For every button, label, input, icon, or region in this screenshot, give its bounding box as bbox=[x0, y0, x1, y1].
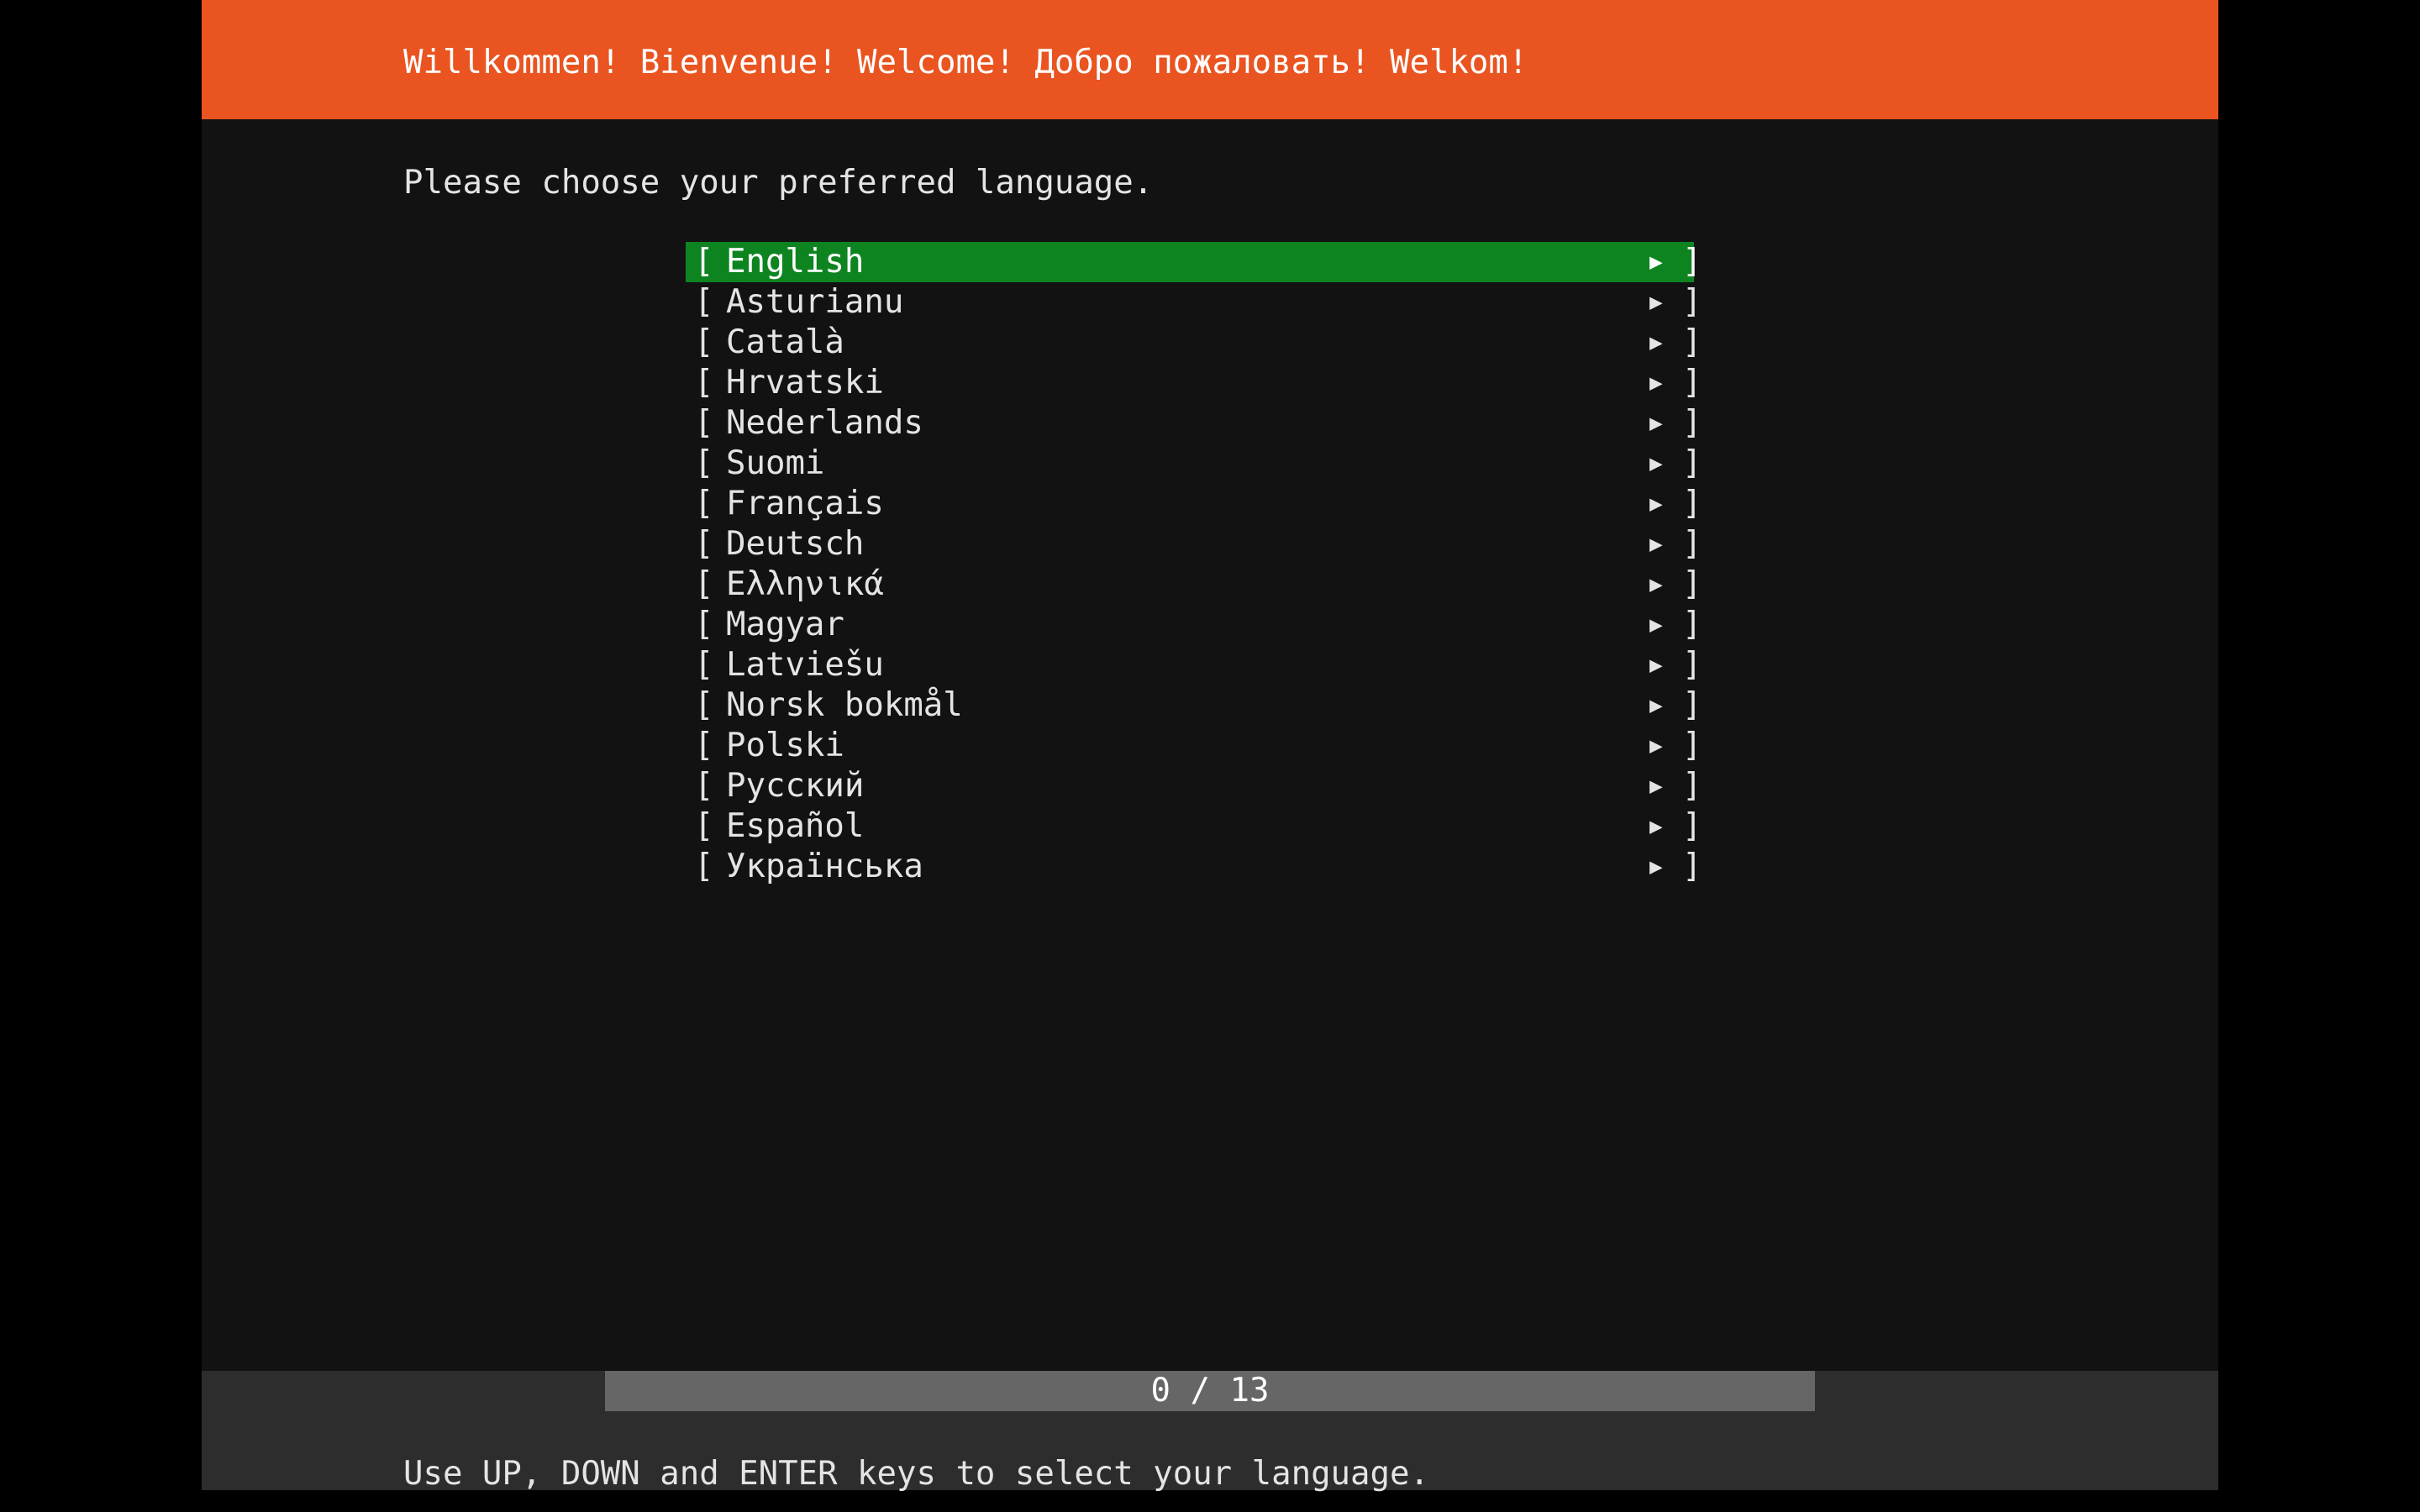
arrow-right-icon: ▶ bbox=[1649, 370, 1663, 396]
arrow-right-icon: ▶ bbox=[1649, 249, 1663, 275]
open-bracket: [ bbox=[694, 283, 714, 321]
language-label: English bbox=[726, 243, 865, 281]
language-label: Deutsch bbox=[726, 525, 865, 563]
close-bracket: ] bbox=[1682, 727, 1702, 764]
progress-bar: 0 / 13 bbox=[605, 1371, 1815, 1411]
close-bracket: ] bbox=[1682, 485, 1702, 522]
language-option-5[interactable]: [ Suomi ▶] bbox=[686, 444, 1702, 484]
language-option-4[interactable]: [ Nederlands ▶] bbox=[686, 403, 1702, 444]
open-bracket: [ bbox=[694, 485, 714, 522]
arrow-right-icon: ▶ bbox=[1649, 693, 1663, 718]
open-bracket: [ bbox=[694, 243, 714, 281]
arrow-right-icon: ▶ bbox=[1649, 774, 1663, 799]
open-bracket: [ bbox=[694, 767, 714, 805]
language-option-14[interactable]: [ Español ▶] bbox=[686, 806, 1702, 847]
close-bracket: ] bbox=[1682, 243, 1702, 281]
language-label: Català bbox=[726, 323, 844, 361]
language-label: Latviešu bbox=[726, 646, 884, 684]
close-bracket: ] bbox=[1682, 646, 1702, 684]
open-bracket: [ bbox=[694, 646, 714, 684]
language-list: [ English ▶] [ Asturianu ▶] [ Català ▶] [ Hrvatski… bbox=[686, 242, 1702, 887]
language-label: Русский bbox=[726, 767, 865, 805]
close-bracket: ] bbox=[1682, 848, 1702, 885]
language-option-8[interactable]: [ Ελληνικά ▶] bbox=[686, 564, 1702, 605]
language-option-13[interactable]: [ Русский ▶] bbox=[686, 766, 1702, 806]
arrow-right-icon: ▶ bbox=[1649, 532, 1663, 557]
language-label: Suomi bbox=[726, 444, 825, 482]
language-option-11[interactable]: [ Norsk bokmål ▶] bbox=[686, 685, 1702, 726]
open-bracket: [ bbox=[694, 565, 714, 603]
arrow-right-icon: ▶ bbox=[1649, 733, 1663, 759]
open-bracket: [ bbox=[694, 364, 714, 402]
close-bracket: ] bbox=[1682, 565, 1702, 603]
language-label: Asturianu bbox=[726, 283, 904, 321]
language-prompt: Please choose your preferred language. bbox=[403, 164, 1154, 202]
navigation-hint: Use UP, DOWN and ENTER keys to select yo… bbox=[403, 1455, 1429, 1493]
close-bracket: ] bbox=[1682, 525, 1702, 563]
arrow-right-icon: ▶ bbox=[1649, 451, 1663, 476]
open-bracket: [ bbox=[694, 848, 714, 885]
language-label: Polski bbox=[726, 727, 844, 764]
welcome-header: Willkommen! Bienvenue! Welcome! Добро по… bbox=[202, 0, 2218, 119]
language-option-12[interactable]: [ Polski ▶] bbox=[686, 726, 1702, 766]
language-option-1[interactable]: [ Asturianu ▶] bbox=[686, 282, 1702, 323]
close-bracket: ] bbox=[1682, 444, 1702, 482]
language-option-15[interactable]: [ Українська ▶] bbox=[686, 847, 1702, 887]
progress-text: 0 / 13 bbox=[1150, 1372, 1270, 1410]
language-option-7[interactable]: [ Deutsch ▶] bbox=[686, 524, 1702, 564]
close-bracket: ] bbox=[1682, 606, 1702, 643]
arrow-right-icon: ▶ bbox=[1649, 814, 1663, 839]
language-option-0[interactable]: [ English ▶] bbox=[686, 242, 1702, 282]
welcome-title: Willkommen! Bienvenue! Welcome! Добро по… bbox=[403, 44, 1528, 81]
close-bracket: ] bbox=[1682, 404, 1702, 442]
open-bracket: [ bbox=[694, 404, 714, 442]
arrow-right-icon: ▶ bbox=[1649, 290, 1663, 315]
open-bracket: [ bbox=[694, 807, 714, 845]
arrow-right-icon: ▶ bbox=[1649, 491, 1663, 517]
open-bracket: [ bbox=[694, 686, 714, 724]
arrow-right-icon: ▶ bbox=[1649, 653, 1663, 678]
language-option-9[interactable]: [ Magyar ▶] bbox=[686, 605, 1702, 645]
close-bracket: ] bbox=[1682, 323, 1702, 361]
open-bracket: [ bbox=[694, 323, 714, 361]
open-bracket: [ bbox=[694, 727, 714, 764]
open-bracket: [ bbox=[694, 606, 714, 643]
language-label: Español bbox=[726, 807, 865, 845]
language-label: Ελληνικά bbox=[726, 565, 884, 603]
close-bracket: ] bbox=[1682, 767, 1702, 805]
open-bracket: [ bbox=[694, 525, 714, 563]
close-bracket: ] bbox=[1682, 283, 1702, 321]
language-option-10[interactable]: [ Latviešu ▶] bbox=[686, 645, 1702, 685]
language-option-6[interactable]: [ Français ▶] bbox=[686, 484, 1702, 524]
language-option-3[interactable]: [ Hrvatski ▶] bbox=[686, 363, 1702, 403]
language-label: Українська bbox=[726, 848, 923, 885]
language-label: Norsk bokmål bbox=[726, 686, 963, 724]
arrow-right-icon: ▶ bbox=[1649, 411, 1663, 436]
arrow-right-icon: ▶ bbox=[1649, 330, 1663, 355]
close-bracket: ] bbox=[1682, 686, 1702, 724]
arrow-right-icon: ▶ bbox=[1649, 572, 1663, 597]
language-label: Nederlands bbox=[726, 404, 923, 442]
language-option-2[interactable]: [ Català ▶] bbox=[686, 323, 1702, 363]
open-bracket: [ bbox=[694, 444, 714, 482]
installer-screen: Willkommen! Bienvenue! Welcome! Добро по… bbox=[202, 0, 2218, 1493]
close-bracket: ] bbox=[1682, 807, 1702, 845]
arrow-right-icon: ▶ bbox=[1649, 612, 1663, 638]
language-label: Français bbox=[726, 485, 884, 522]
close-bracket: ] bbox=[1682, 364, 1702, 402]
arrow-right-icon: ▶ bbox=[1649, 854, 1663, 879]
language-label: Magyar bbox=[726, 606, 844, 643]
language-label: Hrvatski bbox=[726, 364, 884, 402]
